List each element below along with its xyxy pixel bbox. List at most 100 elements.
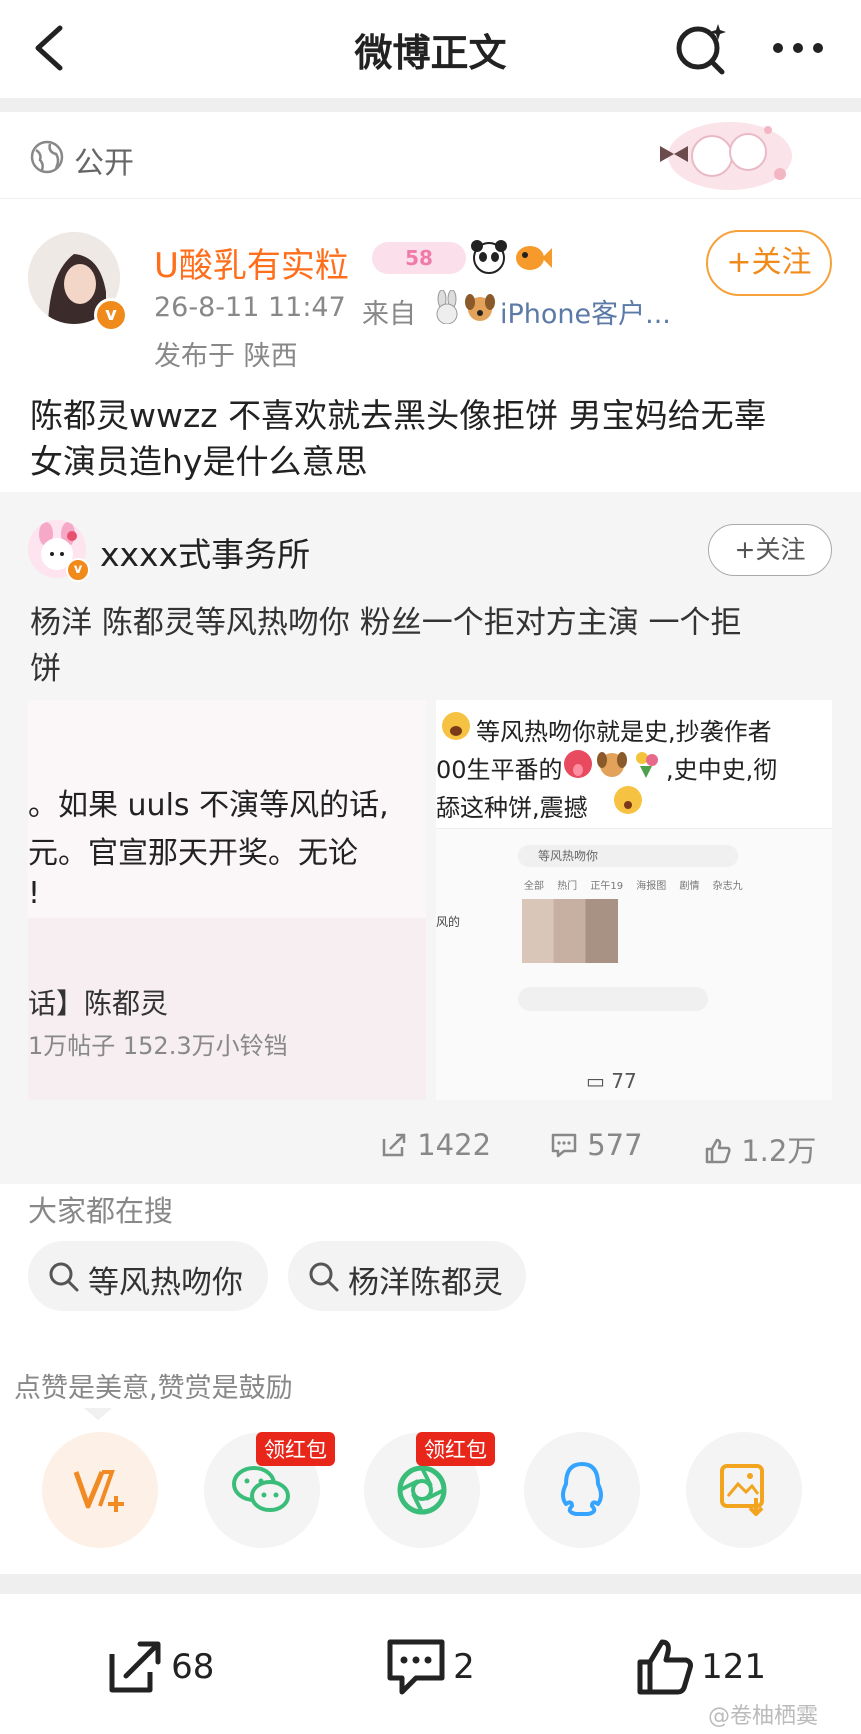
more-dots-icon — [773, 43, 823, 53]
more-button[interactable] — [768, 30, 828, 66]
follow-button[interactable]: +关注 — [706, 230, 832, 296]
qq-penguin-icon — [561, 1462, 603, 1516]
image-text-line: 元。官宣那天开奖。无论 — [28, 836, 358, 871]
image-text-line: 00生平番的 — [436, 756, 563, 784]
repost-follow-button[interactable]: +关注 — [708, 524, 832, 576]
reward-hint: 点赞是美意,赞赏是鼓励 — [14, 1366, 293, 1405]
inner-comment-count: ▭ 77 — [586, 1069, 637, 1093]
thumbs-up-icon — [705, 1138, 731, 1164]
red-packet-badge: 领红包 — [416, 1432, 495, 1466]
bottom-comment-button[interactable]: 2 — [384, 1636, 475, 1698]
repost-like-count: 1.2万 — [741, 1134, 817, 1168]
dog-emoji-icon — [597, 752, 627, 777]
search-chip[interactable]: 等风热吻你 — [28, 1241, 268, 1311]
watermark: @卷柚栖霙 — [708, 1704, 819, 1729]
image-text-line: 等风热吻你就是史,抄袭作者 — [476, 718, 772, 746]
top-bar: 微博正文 — [0, 0, 861, 98]
image-text-line: 话】陈都灵 — [28, 987, 169, 1020]
image-text-line: 。如果 uuls 不演等风的话, — [28, 788, 389, 823]
repost-comment-count: 577 — [587, 1128, 643, 1162]
visibility-label: 公开 — [74, 146, 134, 181]
inner-tab: 杂志九 — [712, 881, 743, 892]
repost-text: 杨洋 陈都灵等风热吻你 粉丝一个拒对方主演 一个拒 饼 — [30, 600, 840, 692]
search-chip-label: 杨洋陈都灵 — [348, 1265, 503, 1301]
inner-photo-grid — [522, 899, 618, 963]
panda-icon — [470, 238, 508, 276]
follow-button-label: +关注 — [726, 245, 812, 280]
share-icon — [382, 1133, 406, 1157]
level-badge-text: 58 — [405, 246, 433, 270]
comment-icon — [387, 1639, 445, 1695]
post-source[interactable]: iPhone客户... — [500, 292, 671, 331]
repost-share-count: 1422 — [417, 1128, 492, 1162]
repost-text-line: 杨洋 陈都灵等风热吻你 粉丝一个拒对方主演 一个拒 — [30, 605, 742, 641]
dog-icon — [464, 290, 496, 324]
post-text-line: 陈都灵wwzz 不喜欢就去黑头像拒饼 男宝妈给无辜 — [30, 396, 767, 435]
inner-tab: 全部 — [524, 881, 544, 892]
image-text-line: 舔这种饼,震撼 — [436, 794, 588, 822]
share-icon — [109, 1641, 161, 1693]
embedded-screenshot: 等风热吻你 全部 热门 正午19 海报图 剧情 杂志九 风的 ▭ 77 — [436, 828, 832, 1100]
post-text-line: 女演员造hy是什么意思 — [30, 442, 368, 481]
wechat-icon — [232, 1466, 290, 1512]
divider — [0, 98, 861, 112]
visibility-row: 公开 — [0, 112, 861, 199]
reward-hint-pointer — [84, 1408, 112, 1420]
thumbs-up-icon — [637, 1639, 693, 1695]
post-text: 陈都灵wwzz 不喜欢就去黑头像拒饼 男宝妈给无辜 女演员造hy是什么意思 — [30, 393, 840, 485]
repost-card[interactable]: v xxxx式事务所 +关注 杨洋 陈都灵等风热吻你 粉丝一个拒对方主演 一个拒… — [0, 492, 861, 1184]
inner-tabs: 全部 热门 正午19 海报图 剧情 杂志九 — [524, 877, 824, 895]
level-badge: 58 — [372, 242, 466, 274]
divider — [0, 1574, 861, 1594]
comment-icon — [551, 1133, 577, 1158]
reward-v-plus-icon — [73, 1470, 124, 1512]
decoration-sticker-icon — [660, 122, 792, 190]
inner-label: 风的 — [436, 915, 461, 929]
bunny-icon — [432, 289, 462, 325]
post-location: 发布于 陕西 — [154, 341, 298, 372]
search-sparkle-icon — [676, 24, 726, 75]
bottom-like-count: 121 — [701, 1647, 766, 1687]
source-prefix: 来自 — [362, 299, 416, 330]
repost-verified-badge: v — [66, 558, 90, 582]
red-packet-badge: 领红包 — [256, 1432, 335, 1466]
repost-image-2[interactable]: 等风热吻你就是史,抄袭作者 00生平番的 ,史中史,彻 舔这种饼,震撼 等风热吻… — [436, 700, 832, 1100]
yawn-emoji-icon — [442, 712, 470, 740]
image-text-line: ! — [28, 876, 41, 911]
share-qq-button[interactable] — [524, 1432, 640, 1548]
moments-aperture-icon — [397, 1465, 447, 1515]
repost-share-stat[interactable]: 1422 — [380, 1128, 491, 1162]
bouquet-emoji-icon — [636, 752, 658, 778]
fish-icon — [512, 238, 552, 276]
search-section-title: 大家都在搜 — [28, 1194, 174, 1228]
bottom-share-count: 68 — [171, 1647, 215, 1687]
globe-icon — [30, 140, 64, 174]
search-chip-label: 等风热吻你 — [88, 1265, 243, 1301]
inner-tab: 热门 — [557, 881, 578, 892]
image-text-line: ,史中史,彻 — [666, 756, 778, 784]
reward-button[interactable] — [42, 1432, 158, 1548]
tongue-emoji-icon — [564, 750, 592, 778]
image-text-line: 1万帖子 152.3万小铃铛 — [28, 1032, 288, 1060]
search-chip[interactable]: 杨洋陈都灵 — [288, 1241, 526, 1311]
save-image-button[interactable] — [686, 1432, 802, 1548]
search-button[interactable] — [672, 18, 732, 78]
repost-like-stat[interactable]: 1.2万 — [704, 1128, 816, 1170]
bottom-like-button[interactable]: 121 — [634, 1636, 766, 1698]
inner-search-bar: 等风热吻你 — [518, 845, 738, 867]
shocked-emoji-icon — [614, 786, 642, 814]
inner-comment-text: 77 — [611, 1069, 637, 1093]
search-icon — [309, 1262, 339, 1292]
bottom-share-button[interactable]: 68 — [104, 1636, 214, 1698]
inner-tab: 正午19 — [590, 881, 624, 892]
save-image-icon — [720, 1464, 764, 1516]
verified-badge: v — [94, 298, 128, 332]
repost-image-1[interactable]: 。如果 uuls 不演等风的话, 元。官宣那天开奖。无论 ! 话】陈都灵 1万帖… — [28, 700, 426, 1100]
post-time: 26-8-11 11:47 — [154, 292, 346, 323]
repost-comment-stat[interactable]: 577 — [550, 1128, 643, 1162]
repost-author-name[interactable]: xxxx式事务所 — [100, 528, 310, 576]
author-name[interactable]: U酸乳有实粒 — [154, 238, 349, 287]
repost-text-line: 饼 — [30, 651, 61, 687]
bottom-comment-count: 2 — [453, 1647, 475, 1687]
repost-follow-label: +关注 — [734, 535, 806, 564]
